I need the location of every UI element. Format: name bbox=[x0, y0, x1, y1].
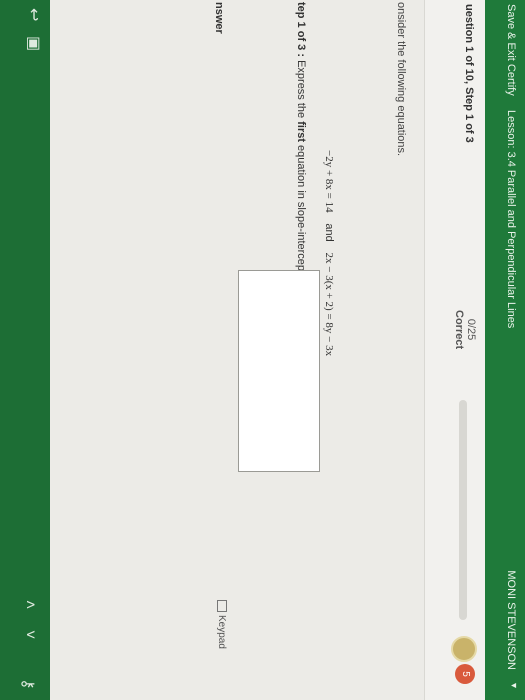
keypad-icon bbox=[216, 600, 227, 612]
equation-connector: and bbox=[323, 223, 335, 242]
step-bold-word: first bbox=[295, 121, 307, 142]
key-icon[interactable]: ⚷ bbox=[18, 678, 38, 690]
back-arrow-icon[interactable]: ↩ bbox=[24, 8, 44, 21]
keypad-button[interactable]: Keypad bbox=[216, 600, 227, 649]
keypad-label: Keypad bbox=[216, 615, 227, 649]
user-name[interactable]: MONI STEVENSON bbox=[505, 570, 517, 670]
step-text-a: Express the bbox=[295, 57, 307, 122]
streak-badge: 5 bbox=[455, 664, 475, 684]
image-icon[interactable]: ▣ bbox=[24, 36, 44, 51]
equations: −2y + 8x = 14 and 2x − 3(x + 2) = 8y − 3… bbox=[323, 150, 335, 356]
top-header-bar: Save & Exit Certify Lesson: 3.4 Parallel… bbox=[485, 0, 525, 700]
screen: Save & Exit Certify Lesson: 3.4 Parallel… bbox=[0, 0, 525, 700]
question-header: uestion 1 of 10, Step 1 of 3 0/25 Correc… bbox=[424, 0, 485, 700]
score-label: Correct bbox=[453, 310, 465, 350]
equation-2: 2x − 3(x + 2) = 8y − 3x bbox=[323, 252, 335, 357]
step-prefix: tep 1 of 3 : bbox=[295, 2, 307, 58]
prompt-text: onsider the following equations. bbox=[395, 2, 407, 157]
score-value: 0/25 bbox=[465, 318, 477, 341]
score-display: 0/25 Correct bbox=[453, 310, 477, 349]
chevron-down-icon[interactable]: ▾ bbox=[508, 683, 519, 688]
answer-input[interactable] bbox=[238, 270, 320, 472]
chevron-down-icon[interactable]: ˅ bbox=[20, 630, 38, 639]
answer-label: nswer bbox=[213, 2, 225, 34]
save-exit-link[interactable]: Save & Exit Certify bbox=[505, 4, 517, 96]
chevron-up-icon[interactable]: ˄ bbox=[20, 600, 38, 609]
lesson-title: Lesson: 3.4 Parallel and Perpendicular L… bbox=[505, 110, 517, 329]
bottom-bar: ↩ ▣ ˄ ˅ ⚷ bbox=[0, 0, 50, 700]
rotated-screen-frame: Save & Exit Certify Lesson: 3.4 Parallel… bbox=[0, 0, 525, 700]
equation-1: −2y + 8x = 14 bbox=[323, 150, 335, 213]
progress-bar bbox=[459, 400, 467, 620]
question-title: uestion 1 of 10, Step 1 of 3 bbox=[463, 4, 475, 143]
coin-icon bbox=[451, 636, 477, 662]
